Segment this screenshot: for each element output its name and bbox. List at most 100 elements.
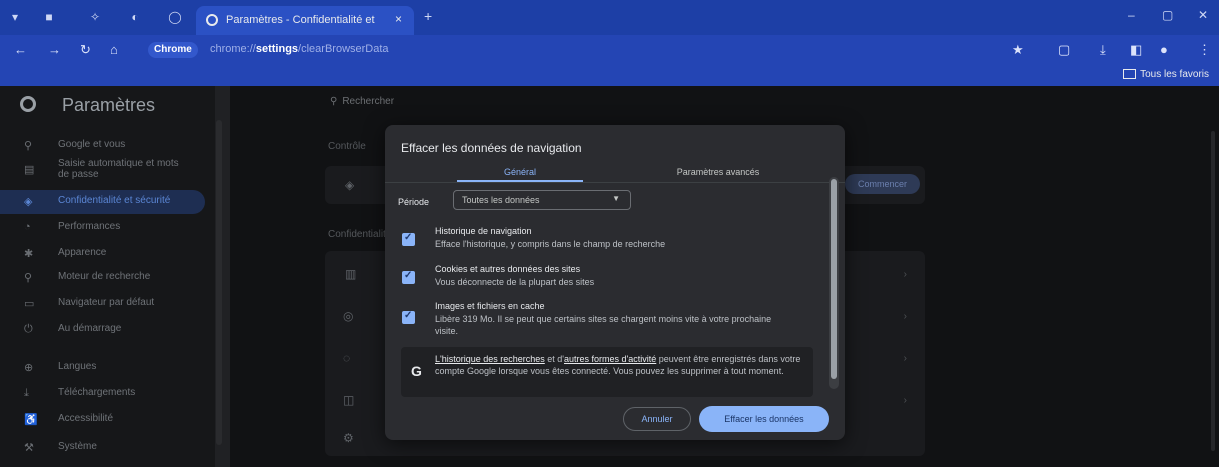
- download-icon[interactable]: ⤓: [1100, 43, 1106, 57]
- power-icon: ⏻: [24, 323, 33, 335]
- maximize-icon[interactable]: ▢: [1162, 8, 1173, 22]
- bookmarks-bar: Tous les favoris: [0, 65, 1219, 86]
- check-icon: ✓: [404, 232, 413, 243]
- sidebar-item-download[interactable]: ⤓ Téléchargements: [0, 382, 215, 406]
- menu-icon[interactable]: ⋮: [1198, 43, 1211, 57]
- address-bar[interactable]: Chrome chrome://settings/clearBrowserDat…: [140, 40, 1005, 60]
- app-icon[interactable]: ■: [42, 10, 56, 24]
- sidebar-item-label: Accessibilité: [58, 413, 114, 424]
- cookie-icon: ◎: [343, 309, 354, 323]
- pinned-tab-icon-2[interactable]: ◐: [128, 10, 142, 24]
- period-label: Période: [398, 197, 430, 207]
- sidebar-item-accessibility[interactable]: ♿ Accessibilité: [0, 408, 215, 432]
- start-button[interactable]: Commencer: [845, 174, 920, 194]
- shield-icon: ◈: [345, 178, 355, 192]
- sidebar-item-label: Système: [58, 441, 97, 452]
- tab-basic[interactable]: Général: [457, 163, 583, 181]
- settings-title: Paramètres: [62, 95, 156, 115]
- folder-icon: [1123, 69, 1137, 80]
- cookies-checkbox[interactable]: ✓: [402, 270, 415, 284]
- chrome-chip: Chrome: [148, 42, 198, 58]
- check-icon: ✓: [404, 310, 413, 321]
- sidebar-item-clipboard[interactable]: ▤ Saisie automatique et mots de passe: [0, 158, 215, 182]
- palette-icon: ✱: [24, 248, 34, 260]
- cache-checkbox[interactable]: ✓: [402, 310, 415, 324]
- check-icon: ✓: [404, 270, 413, 281]
- option-desc-history: Efface l'historique, y compris dans le c…: [435, 239, 666, 249]
- sidebar-item-shield[interactable]: ◈ Confidentialité et sécurité: [0, 190, 205, 214]
- all-bookmarks-button[interactable]: Tous les favoris: [1123, 69, 1209, 80]
- dialog-scrollbar[interactable]: [829, 177, 839, 389]
- settings-search[interactable]: ⚲ Rechercher: [330, 96, 394, 107]
- sidebar-item-label: Moteur de recherche: [58, 271, 151, 282]
- sidebar-item-label: Performances: [58, 221, 121, 232]
- person-icon: ⚲: [24, 140, 33, 152]
- sidebar-item-browser[interactable]: ▭ Navigateur par défaut: [0, 292, 215, 316]
- sidebar-item-globe[interactable]: ⊕ Langues: [0, 356, 215, 380]
- cancel-button[interactable]: Annuler: [623, 407, 691, 431]
- sidebar-item-label: Google et vous: [58, 139, 126, 150]
- option-desc-cookies: Vous déconnecte de la plupart des sites: [435, 277, 595, 287]
- clear-data-button[interactable]: Effacer les données: [699, 406, 829, 432]
- globe-icon: ⊕: [24, 362, 34, 374]
- active-tab[interactable]: Paramètres - Confidentialité et ×: [196, 6, 414, 35]
- sidebar-item-palette[interactable]: ✱ Apparence: [0, 242, 215, 266]
- google-g-icon: G: [411, 363, 422, 379]
- tab-close-icon[interactable]: ×: [395, 12, 402, 26]
- sidebar-item-search[interactable]: ⚲ Moteur de recherche: [0, 266, 215, 290]
- sidebar-item-person[interactable]: ⚲ Google et vous: [0, 134, 215, 158]
- chevron-right-icon[interactable]: ›: [904, 269, 907, 280]
- sidebar-item-label: Navigateur par défaut: [58, 297, 155, 308]
- chrome-logo-icon: [20, 96, 36, 112]
- sidebar-item-label: Au démarrage: [58, 323, 122, 334]
- option-title-history: Historique de navigation: [435, 226, 532, 236]
- new-tab-button[interactable]: +: [424, 8, 432, 24]
- chevron-right-icon[interactable]: ›: [904, 311, 907, 322]
- url-text[interactable]: chrome://settings/clearBrowserData: [210, 43, 389, 55]
- sidebar-item-power[interactable]: ⏻ Au démarrage: [0, 318, 215, 342]
- close-window-icon[interactable]: ✕: [1198, 8, 1208, 22]
- search-history-link[interactable]: L'historique des recherches: [435, 354, 545, 364]
- title-bar: ▾ ■ ✧ ◐ ◯ Paramètres - Confidentialité e…: [0, 0, 1219, 35]
- main-scrollbar[interactable]: [1211, 131, 1215, 451]
- home-icon[interactable]: ⌂: [110, 43, 118, 57]
- settings-favicon-icon: [206, 14, 218, 26]
- back-icon[interactable]: ←: [14, 43, 27, 57]
- pinned-tab-icon[interactable]: ✧: [88, 10, 102, 24]
- option-title-cache: Images et fichiers en cache: [435, 301, 545, 311]
- search-icon: ⚲: [330, 96, 338, 107]
- sidebar-item-wrench[interactable]: ⚒ Système: [0, 436, 215, 460]
- tab-title: Paramètres - Confidentialité et: [226, 14, 375, 26]
- reload-icon[interactable]: ↻: [80, 43, 91, 57]
- settings-icon: ⚙: [343, 431, 354, 445]
- chevron-right-icon[interactable]: ›: [904, 395, 907, 406]
- minimize-icon[interactable]: –: [1128, 8, 1135, 22]
- scrollbar-thumb[interactable]: [831, 179, 837, 379]
- tab-search-icon[interactable]: ▾: [8, 10, 22, 24]
- notice-text: L'historique des recherches et d'autres …: [435, 354, 801, 376]
- sidebar-item-label: Apparence: [58, 247, 107, 258]
- sidebar-item-performance[interactable]: ◔ Performances: [0, 216, 215, 240]
- history-checkbox[interactable]: ✓: [402, 232, 415, 246]
- google-activity-notice: G L'historique des recherches et d'autre…: [401, 347, 813, 397]
- clear-browsing-data-dialog: Effacer les données de navigation Généra…: [385, 125, 845, 440]
- period-select[interactable]: Toutes les données ▼: [453, 190, 631, 210]
- bookmark-star-icon[interactable]: ★: [1012, 43, 1024, 57]
- other-activity-link[interactable]: autres formes d'activité: [564, 354, 656, 364]
- reading-list-icon[interactable]: ▢: [1058, 43, 1070, 57]
- sidebar-item-label: Saisie automatique et mots de passe: [58, 158, 179, 180]
- extensions-icon[interactable]: ◧: [1130, 43, 1142, 57]
- forward-icon[interactable]: →: [48, 43, 61, 57]
- browser-icon: ▭: [24, 298, 35, 310]
- sidebar-scrollbar[interactable]: [216, 120, 222, 445]
- dialog-title: Effacer les données de navigation: [401, 141, 582, 155]
- section-label-privacy: Confidentialité: [328, 229, 392, 240]
- period-value: Toutes les données: [462, 195, 540, 205]
- download-icon: ⤓: [24, 387, 29, 399]
- trash-icon: ▥: [345, 267, 357, 281]
- profile-icon[interactable]: ●: [1160, 43, 1168, 57]
- github-icon[interactable]: ◯: [168, 10, 182, 24]
- search-icon: ⚲: [24, 272, 33, 284]
- tab-advanced[interactable]: Paramètres avancés: [655, 163, 781, 181]
- chevron-right-icon[interactable]: ›: [904, 353, 907, 364]
